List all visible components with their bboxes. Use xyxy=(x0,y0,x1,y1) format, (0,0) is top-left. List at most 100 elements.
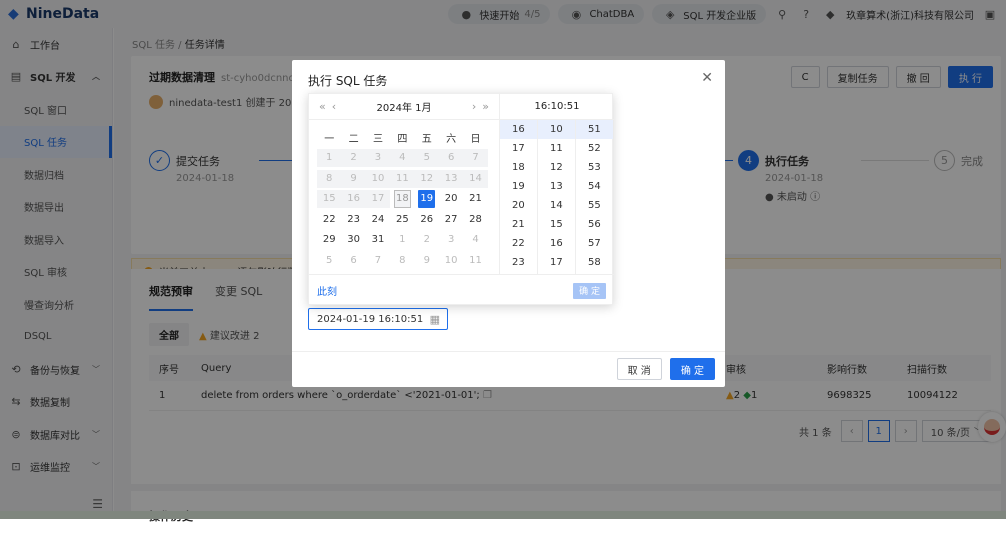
close-icon[interactable]: ✕ xyxy=(701,70,713,86)
weekday-label: 五 xyxy=(421,134,432,145)
hour-option[interactable]: 19 xyxy=(500,177,537,196)
picker-footer: 此刻 确 定 xyxy=(309,274,614,306)
minute-option[interactable]: 12 xyxy=(538,158,575,177)
weekday-row: 一二三四五六日 xyxy=(317,130,488,145)
calendar-day: 12 xyxy=(414,169,439,188)
calendar-day: 5 xyxy=(414,149,439,168)
second-option[interactable]: 57 xyxy=(576,234,613,253)
minute-option[interactable]: 16 xyxy=(538,234,575,253)
calendar-day[interactable]: 10 xyxy=(439,252,463,270)
second-option[interactable]: 54 xyxy=(576,177,613,196)
calendar-day[interactable]: 5 xyxy=(317,252,341,270)
cancel-button[interactable]: 取 消 xyxy=(616,358,662,380)
prev-year-icon[interactable]: « xyxy=(319,100,326,113)
calendar-day[interactable]: 24 xyxy=(366,211,390,229)
hour-column[interactable]: 16 17 18 19 20 21 22 23 xyxy=(499,120,537,274)
calendar-day[interactable]: 3 xyxy=(439,231,463,249)
calendar-day[interactable]: 19 xyxy=(418,190,436,209)
second-option[interactable]: 53 xyxy=(576,158,613,177)
calendar-day[interactable]: 18 xyxy=(393,190,411,209)
calendar-week-row: 8 9 10 11 12 13 14 xyxy=(317,169,493,190)
calendar-day[interactable]: 8 xyxy=(390,252,414,270)
second-option[interactable]: 58 xyxy=(576,253,613,272)
calendar-day: 9 xyxy=(341,169,366,188)
weekday-label: 日 xyxy=(470,134,481,145)
calendar-day: 14 xyxy=(463,169,488,188)
picker-ok-button[interactable]: 确 定 xyxy=(573,282,606,299)
weekday-label: 二 xyxy=(348,134,359,145)
calendar-day[interactable]: 11 xyxy=(463,252,487,270)
calendar-day[interactable]: 20 xyxy=(439,190,463,208)
hour-option[interactable]: 21 xyxy=(500,215,537,234)
second-option[interactable]: 55 xyxy=(576,196,613,215)
calendar-day: 7 xyxy=(463,149,488,168)
calendar-day: 3 xyxy=(365,149,391,168)
calendar-day: 16 xyxy=(341,190,366,209)
calendar-day[interactable]: 7 xyxy=(366,252,390,270)
weekday-label: 三 xyxy=(372,134,383,145)
calendar-day[interactable]: 21 xyxy=(463,190,487,208)
calendar-day: 10 xyxy=(365,169,391,188)
calendar-day[interactable]: 23 xyxy=(341,211,365,229)
calendar-day[interactable]: 26 xyxy=(415,211,439,229)
modal-divider xyxy=(292,351,725,352)
second-option[interactable]: 56 xyxy=(576,215,613,234)
calendar-day: 6 xyxy=(438,149,464,168)
calendar-day[interactable]: 22 xyxy=(317,211,341,229)
calendar-week-row: 29 30 31 1 2 3 4 xyxy=(317,230,493,251)
calendar-day[interactable]: 9 xyxy=(415,252,439,270)
calendar-day: 11 xyxy=(390,169,415,188)
calendar-day: 8 xyxy=(317,169,342,188)
calendar-week-row: 15 16 17 18 19 20 21 xyxy=(317,189,493,210)
now-link[interactable]: 此刻 xyxy=(317,283,337,298)
calendar-day[interactable]: 27 xyxy=(439,211,463,229)
calendar-day[interactable]: 4 xyxy=(463,231,487,249)
calendar-day[interactable]: 30 xyxy=(341,231,365,249)
time-display: 16:10:51 xyxy=(499,94,614,120)
hour-option[interactable]: 16 xyxy=(500,120,537,139)
calendar-day: 4 xyxy=(390,149,415,168)
calendar-day[interactable]: 29 xyxy=(317,231,341,249)
calendar-day[interactable]: 28 xyxy=(463,211,487,229)
datetime-input[interactable]: 2024-01-19 16:10:51 ▦ xyxy=(308,308,448,330)
second-option[interactable]: 52 xyxy=(576,139,613,158)
minute-option[interactable]: 17 xyxy=(538,253,575,272)
minute-option[interactable]: 10 xyxy=(538,120,575,139)
calendar-day[interactable]: 25 xyxy=(390,211,414,229)
modal-title: 执行 SQL 任务 xyxy=(308,74,388,88)
datetime-picker: « ‹ 2024年 1月 › » 一二三四五六日 1 2 3 4 5 6 7 8 9 10 11 12… xyxy=(308,93,614,306)
datetime-input-value: 2024-01-19 16:10:51 xyxy=(317,313,424,325)
minute-option[interactable]: 11 xyxy=(538,139,575,158)
minute-option[interactable]: 13 xyxy=(538,177,575,196)
calendar-day[interactable]: 31 xyxy=(366,231,390,249)
calendar-header: « ‹ 2024年 1月 › » xyxy=(309,94,499,120)
minute-option[interactable]: 15 xyxy=(538,215,575,234)
calendar-week-row: 1234567 xyxy=(317,148,493,169)
hour-option[interactable]: 22 xyxy=(500,234,537,253)
calendar-week-row: 22 23 24 25 26 27 28 xyxy=(317,210,493,231)
hour-option[interactable]: 23 xyxy=(500,253,537,272)
hour-option[interactable]: 17 xyxy=(500,139,537,158)
calendar-icon: ▦ xyxy=(429,313,440,326)
second-column[interactable]: 51 52 53 54 55 56 57 58 xyxy=(575,120,613,274)
calendar-day: 2 xyxy=(341,149,366,168)
weekday-label: 四 xyxy=(397,134,408,145)
confirm-button[interactable]: 确 定 xyxy=(669,358,715,380)
minute-column[interactable]: 10 11 12 13 14 15 16 17 xyxy=(537,120,575,274)
calendar-day: 15 xyxy=(317,190,342,209)
calendar-day: 13 xyxy=(438,169,464,188)
hour-option[interactable]: 20 xyxy=(500,196,537,215)
next-year-icon[interactable]: » xyxy=(482,100,489,113)
calendar-days: 1 2 3 4 5 6 7 8 9 10 11 12 13 14 15 16 17 18 19 20 21 22 23 24 2… xyxy=(317,148,493,271)
calendar-day[interactable]: 2 xyxy=(415,231,439,249)
year-month-label[interactable]: 2024年 1月 xyxy=(336,99,472,114)
calendar-day: 1 xyxy=(317,149,342,168)
next-month-icon[interactable]: › xyxy=(472,100,476,113)
hour-option[interactable]: 18 xyxy=(500,158,537,177)
weekday-label: 六 xyxy=(446,134,457,145)
minute-option[interactable]: 14 xyxy=(538,196,575,215)
second-option[interactable]: 51 xyxy=(576,120,613,139)
weekday-label: 一 xyxy=(324,134,335,145)
calendar-day[interactable]: 6 xyxy=(341,252,365,270)
calendar-day[interactable]: 1 xyxy=(390,231,414,249)
